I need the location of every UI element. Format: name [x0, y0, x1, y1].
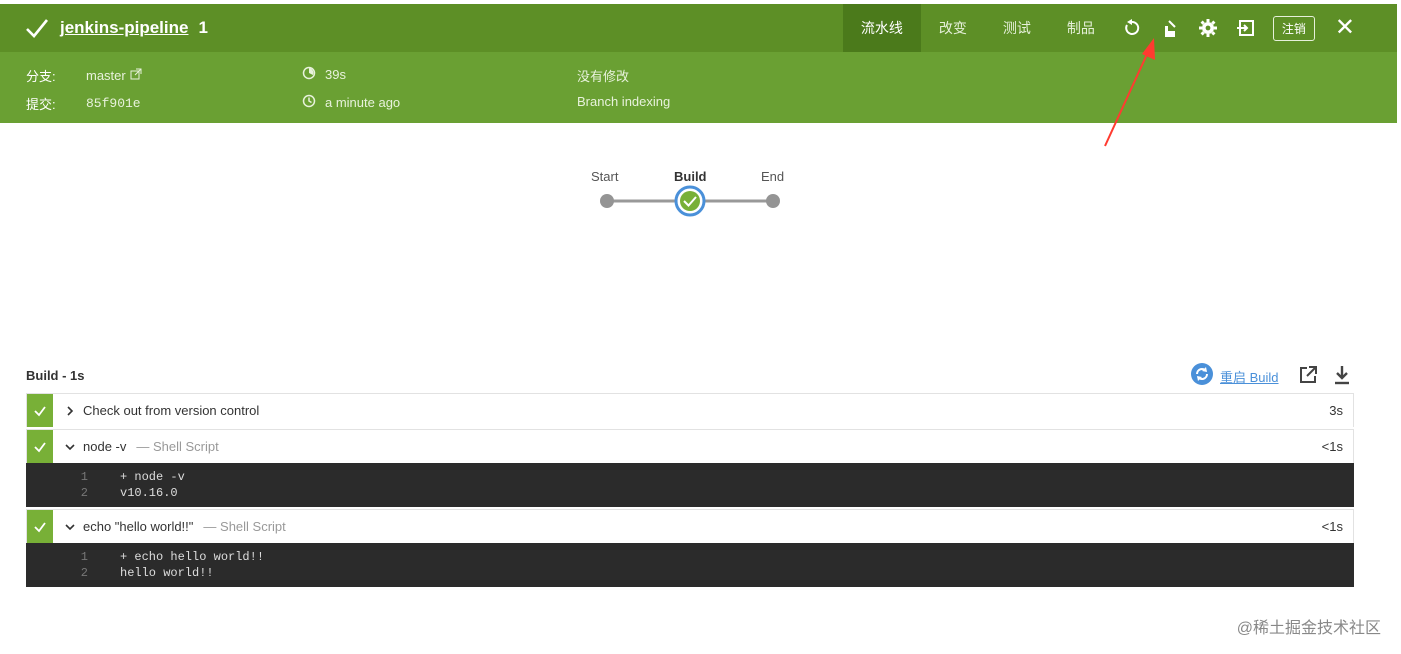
stage-node-start[interactable] — [600, 194, 614, 208]
chevron-right-icon[interactable] — [65, 405, 75, 416]
step-log: 1 + node -v 2 v10.16.0 — [26, 463, 1354, 507]
commit-label: 提交: — [26, 97, 56, 112]
step-type: — Shell Script — [203, 519, 286, 534]
step-success-icon — [27, 510, 53, 543]
stage-node-end[interactable] — [766, 194, 780, 208]
log-line-text: v10.16.0 — [120, 486, 178, 500]
step-name: echo "hello world!!" — [83, 519, 194, 534]
step-row[interactable]: node -v — Shell Script <1s — [26, 429, 1354, 463]
annotation-cursor-icon[interactable] — [1159, 17, 1181, 39]
success-check-icon — [24, 15, 50, 41]
step-success-icon — [27, 394, 53, 427]
time-ago-value: a minute ago — [325, 95, 401, 110]
run-summary: 分支: master 提交: 85f901e 39s a minute ago … — [0, 52, 1397, 123]
step-name: Check out from version control — [83, 403, 260, 418]
restart-build-button[interactable]: 重启 Build — [1190, 362, 1279, 391]
external-link-icon[interactable] — [130, 68, 142, 83]
step-row[interactable]: echo "hello world!!" — Shell Script <1s — [26, 509, 1354, 543]
step-duration: 3s — [1329, 403, 1343, 418]
tab-tests[interactable]: 测试 — [985, 4, 1049, 52]
step-duration: <1s — [1321, 519, 1343, 534]
restart-icon — [1190, 362, 1214, 391]
replay-icon[interactable] — [1121, 17, 1143, 39]
download-icon[interactable] — [1333, 365, 1351, 390]
duration-icon — [302, 66, 316, 83]
log-line-text: + echo hello world!! — [120, 550, 265, 564]
gear-icon[interactable] — [1197, 17, 1219, 39]
step-log: 1 + echo hello world!! 2 hello world!! — [26, 543, 1354, 587]
restart-build-label: 重启 Build — [1220, 370, 1279, 385]
log-line-number: 2 — [80, 486, 88, 500]
chevron-down-icon[interactable] — [65, 442, 75, 452]
pipeline-graph: Start Build End — [580, 162, 800, 232]
duration-value: 39s — [325, 67, 346, 82]
chevron-down-icon[interactable] — [65, 522, 75, 532]
open-blue-ocean-icon[interactable] — [1298, 365, 1318, 390]
run-number: 1 — [198, 18, 208, 37]
cause-value: Branch indexing — [577, 94, 671, 109]
branch-label: 分支: — [26, 69, 56, 84]
log-line-number: 1 — [80, 470, 88, 484]
log-line: 1 + node -v — [26, 469, 1354, 485]
branch-value[interactable]: master — [86, 68, 126, 83]
step-type: — Shell Script — [136, 439, 219, 454]
log-line-text: hello world!! — [120, 566, 214, 580]
tab-artifacts[interactable]: 制品 — [1049, 4, 1113, 52]
logout-button[interactable]: 注销 — [1272, 15, 1315, 41]
log-line: 2 hello world!! — [26, 565, 1354, 581]
log-line-number: 1 — [80, 550, 88, 564]
log-line-number: 2 — [80, 566, 88, 580]
pipeline-name-link[interactable]: jenkins-pipeline — [60, 18, 188, 38]
exit-icon[interactable] — [1235, 17, 1257, 39]
log-line: 1 + echo hello world!! — [26, 549, 1354, 565]
build-stage-title: Build - 1s — [26, 368, 85, 383]
log-line-text: + node -v — [120, 470, 185, 484]
watermark: @稀土掘金技术社区 — [1236, 620, 1381, 637]
run-header: jenkins-pipeline 1 流水线 改变 测试 制品 注销 ✕ — [0, 4, 1397, 52]
clock-icon — [302, 94, 316, 111]
header-nav: 流水线 改变 测试 制品 注销 ✕ — [842, 4, 1397, 52]
close-icon[interactable]: ✕ — [1335, 16, 1355, 40]
tab-changes[interactable]: 改变 — [921, 4, 985, 52]
changes-value: 没有修改 — [577, 69, 630, 84]
tab-pipeline[interactable]: 流水线 — [842, 4, 921, 52]
commit-value: 85f901e — [86, 96, 141, 111]
step-duration: <1s — [1321, 439, 1343, 454]
step-list: Check out from version control 3s node -… — [26, 393, 1354, 587]
step-row[interactable]: Check out from version control 3s — [26, 393, 1354, 427]
step-name: node -v — [83, 439, 127, 454]
step-success-icon — [27, 430, 53, 463]
log-line: 2 v10.16.0 — [26, 485, 1354, 501]
